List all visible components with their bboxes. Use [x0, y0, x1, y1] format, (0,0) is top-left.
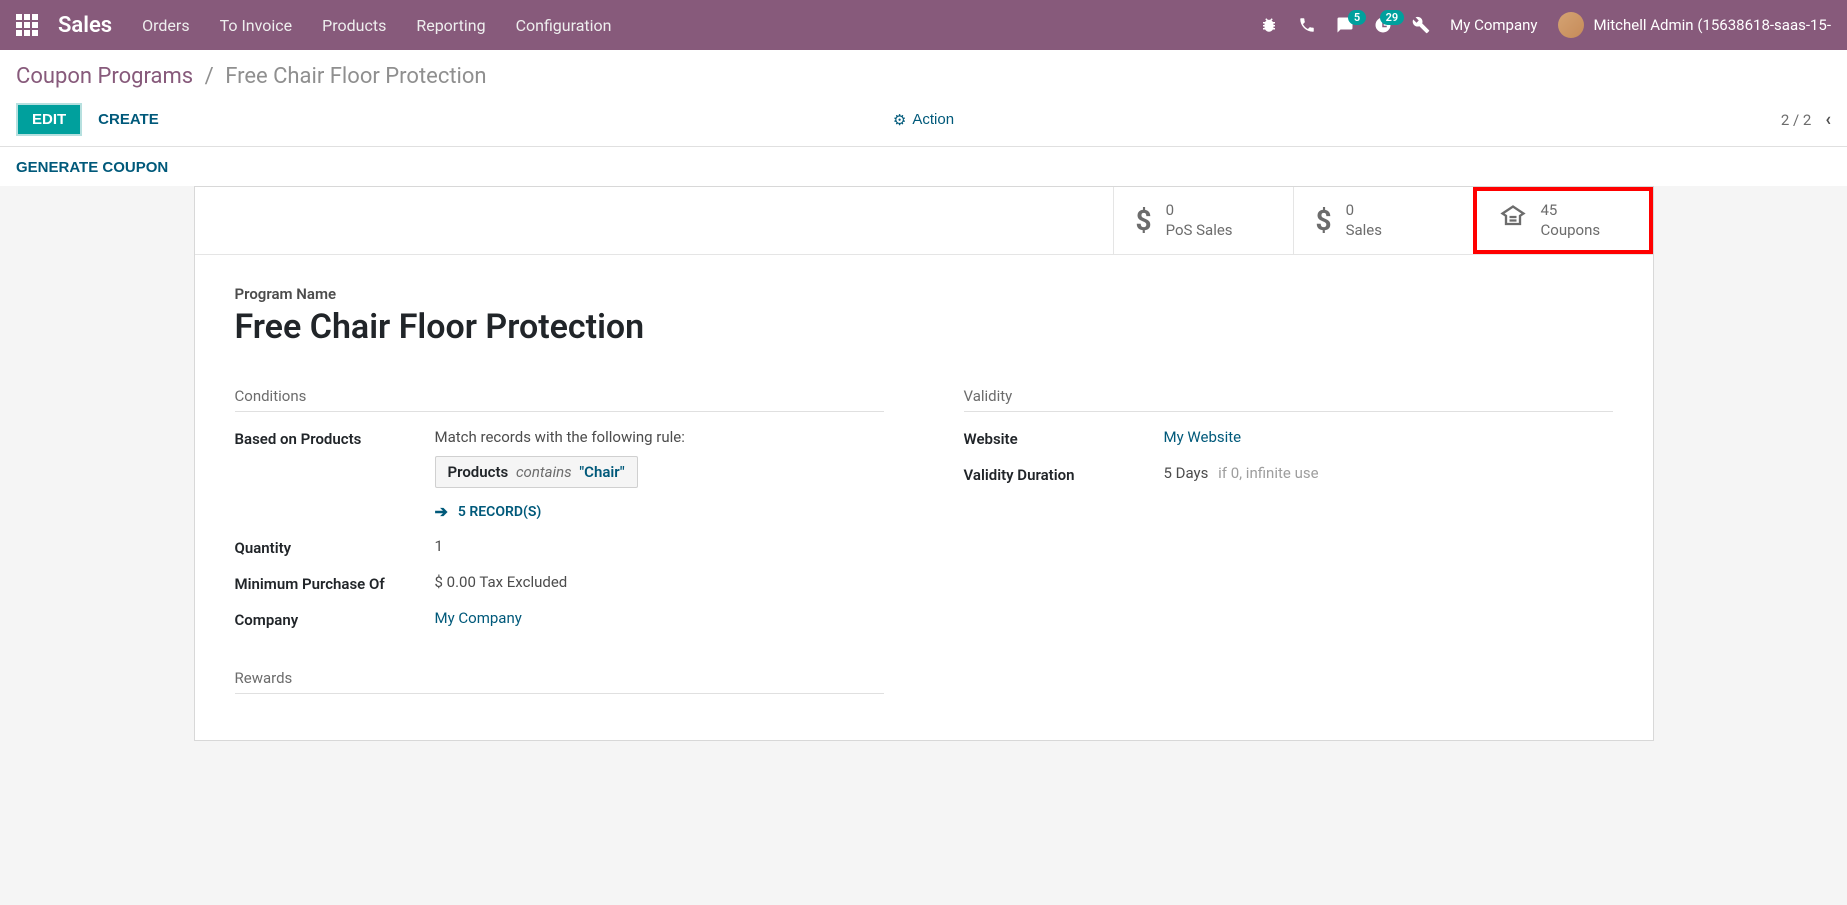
stat-sales[interactable]: $ 0 Sales	[1293, 187, 1473, 254]
validity-title: Validity	[964, 387, 1613, 412]
company-label: Company	[235, 609, 435, 629]
action-dropdown[interactable]: ⚙ Action	[893, 111, 954, 129]
pager-text[interactable]: 2 / 2	[1781, 111, 1812, 129]
stat-pos-sales[interactable]: $ 0 PoS Sales	[1113, 187, 1293, 254]
company-value[interactable]: My Company	[435, 609, 522, 627]
validity-column: Validity Website My Website Validity Dur…	[964, 387, 1613, 710]
pager: 2 / 2 ‹	[1781, 109, 1831, 130]
domain-value: "Chair"	[579, 463, 624, 481]
stat-sales-value: 0	[1346, 201, 1382, 221]
phone-icon[interactable]	[1298, 16, 1316, 34]
sub-toolbar: GENERATE COUPON	[0, 146, 1847, 186]
domain-field: Products	[448, 463, 509, 481]
stat-coupons-label: Coupons	[1541, 221, 1601, 241]
domain-operator: contains	[516, 463, 572, 481]
arrow-right-icon: ➔	[435, 502, 448, 521]
debug-icon[interactable]	[1260, 16, 1278, 34]
stat-coupons-value: 45	[1541, 201, 1601, 221]
min-purchase-value: $ 0.00 Tax Excluded	[435, 573, 884, 591]
records-count: 5 RECORD(S)	[458, 504, 541, 520]
breadcrumb: Coupon Programs / Free Chair Floor Prote…	[16, 64, 1831, 89]
generate-coupon-button[interactable]: GENERATE COUPON	[16, 159, 168, 176]
gear-icon: ⚙	[893, 111, 906, 129]
app-brand[interactable]: Sales	[58, 13, 112, 38]
stat-sales-label: Sales	[1346, 221, 1382, 241]
nav-products[interactable]: Products	[322, 16, 386, 35]
user-menu[interactable]: Mitchell Admin (15638618-saas-15-	[1558, 12, 1831, 38]
validity-duration-label: Validity Duration	[964, 464, 1164, 484]
user-name: Mitchell Admin (15638618-saas-15-	[1594, 16, 1831, 34]
nav-orders[interactable]: Orders	[142, 16, 189, 35]
company-switcher[interactable]: My Company	[1450, 16, 1537, 34]
form-sheet: $ 0 PoS Sales $ 0 Sales 45 Cou	[194, 186, 1654, 741]
pager-prev[interactable]: ‹	[1825, 109, 1831, 130]
tools-icon[interactable]	[1412, 16, 1430, 34]
records-link[interactable]: ➔ 5 RECORD(S)	[435, 502, 884, 521]
dollar-icon: $	[1316, 204, 1332, 237]
breadcrumb-parent[interactable]: Coupon Programs	[16, 64, 193, 89]
create-button[interactable]: CREATE	[98, 111, 159, 128]
control-panel: Coupon Programs / Free Chair Floor Prote…	[0, 50, 1847, 146]
edit-button[interactable]: EDIT	[16, 103, 82, 136]
quantity-label: Quantity	[235, 537, 435, 557]
nav-to-invoice[interactable]: To Invoice	[220, 16, 293, 35]
toolbar: EDIT CREATE ⚙ Action 2 / 2 ‹	[16, 103, 1831, 146]
conditions-title: Conditions	[235, 387, 884, 412]
rewards-title: Rewards	[235, 669, 884, 694]
stat-coupons[interactable]: 45 Coupons	[1473, 187, 1653, 254]
apps-icon[interactable]	[16, 14, 38, 36]
messages-badge: 5	[1348, 10, 1366, 25]
activities-badge: 29	[1380, 10, 1405, 25]
min-purchase-label: Minimum Purchase Of	[235, 573, 435, 593]
breadcrumb-current: Free Chair Floor Protection	[225, 64, 486, 89]
messages-icon[interactable]: 5	[1336, 16, 1354, 34]
based-on-products-label: Based on Products	[235, 428, 435, 448]
stat-pos-sales-value: 0	[1166, 201, 1233, 221]
nav-reporting[interactable]: Reporting	[416, 16, 485, 35]
conditions-column: Conditions Based on Products Match recor…	[235, 387, 884, 710]
validity-duration-value: 5 Days if 0, infinite use	[1164, 464, 1613, 482]
rule-intro: Match records with the following rule:	[435, 428, 884, 446]
breadcrumb-separator: /	[205, 64, 214, 89]
quantity-value: 1	[435, 537, 884, 555]
avatar	[1558, 12, 1584, 38]
based-on-products-value: Match records with the following rule: P…	[435, 428, 884, 521]
ticket-icon	[1499, 203, 1527, 238]
website-value[interactable]: My Website	[1164, 428, 1242, 446]
action-label: Action	[912, 111, 954, 128]
program-name-label: Program Name	[235, 285, 1613, 303]
dollar-icon: $	[1136, 204, 1152, 237]
stat-buttons: $ 0 PoS Sales $ 0 Sales 45 Cou	[195, 187, 1653, 255]
domain-chip[interactable]: Products contains "Chair"	[435, 456, 638, 488]
top-navbar: Sales Orders To Invoice Products Reporti…	[0, 0, 1847, 50]
stat-pos-sales-label: PoS Sales	[1166, 221, 1233, 241]
activities-icon[interactable]: 29	[1374, 16, 1392, 34]
website-label: Website	[964, 428, 1164, 448]
program-name-value: Free Chair Floor Protection	[235, 307, 1613, 347]
company-name: My Company	[1450, 16, 1537, 34]
nav-configuration[interactable]: Configuration	[516, 16, 612, 35]
validity-duration-hint: if 0, infinite use	[1218, 464, 1318, 482]
